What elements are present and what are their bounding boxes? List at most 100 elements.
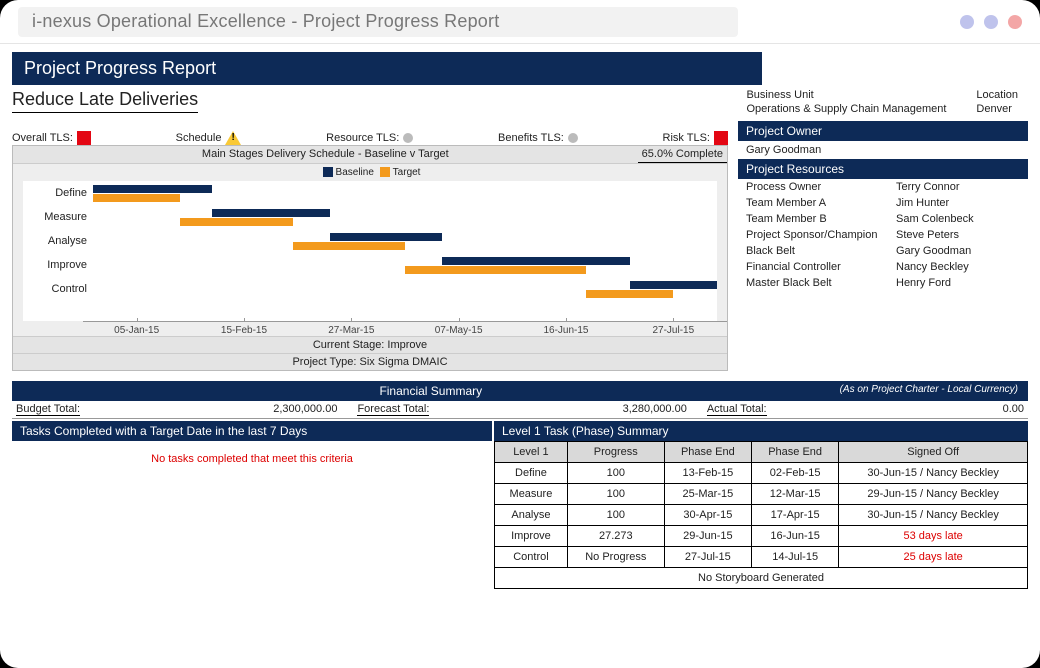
phase-summary-table: Level 1ProgressPhase EndPhase EndSigned … [494,441,1028,589]
target-bar [405,266,586,274]
project-name: Reduce Late Deliveries [12,89,198,113]
resource-tls-label: Resource TLS: [326,132,399,144]
resource-role: Black Belt [746,245,896,257]
phase-footer-row: No Storyboard Generated [495,567,1028,588]
baseline-bar [212,209,331,217]
resource-name: Gary Goodman [896,245,971,257]
risk-tls-label: Risk TLS: [663,132,710,144]
resource-tls-icon [403,133,413,143]
tasks-completed-header: Tasks Completed with a Target Date in th… [12,421,492,441]
resource-role: Process Owner [746,181,896,193]
no-tasks-message: No tasks completed that meet this criter… [12,441,492,477]
app-window: i-nexus Operational Excellence - Project… [0,0,1040,668]
project-header-row: Reduce Late Deliveries Business Unit Ope… [12,89,1028,117]
overall-tls-label: Overall TLS: [12,132,73,144]
browser-bar: i-nexus Operational Excellence - Project… [0,0,1040,44]
business-unit-label: Business Unit [746,89,946,103]
target-bar [586,290,673,298]
phase-col-header: Progress [567,441,664,462]
resource-role: Financial Controller [746,261,896,273]
report-content: Project Progress Report Reduce Late Deli… [0,44,1040,589]
schedule-warning-icon [225,131,241,145]
gantt-row-label: Control [23,283,93,295]
resource-name: Sam Colenbeck [896,213,974,225]
report-banner: Project Progress Report [12,52,762,85]
resource-row: Black BeltGary Goodman [738,243,1028,259]
project-meta: Business Unit Operations & Supply Chain … [746,89,1028,117]
resource-name: Terry Connor [896,181,960,193]
tls-status-row: Overall TLS: Schedule Resource TLS: Bene… [12,131,728,145]
risk-tls-icon [714,131,728,145]
financial-summary-bar: Financial Summary (As on Project Charter… [12,381,1028,401]
phase-row: Measure10025-Mar-1512-Mar-1529-Jun-15 / … [495,483,1028,504]
target-bar [180,218,292,226]
xaxis-tick: 05-Jan-15 [83,322,190,336]
xaxis-tick: 27-Jul-15 [620,322,727,336]
resource-row: Team Member BSam Colenbeck [738,211,1028,227]
window-dot-3[interactable] [1008,15,1022,29]
phase-row: Define10013-Feb-1502-Feb-1530-Jun-15 / N… [495,462,1028,483]
forecast-value: 3,280,000.00 [429,403,706,416]
current-stage: Current Stage: Improve [13,336,727,353]
phase-row: Improve27.27329-Jun-1516-Jun-1553 days l… [495,525,1028,546]
gantt-row-label: Define [23,187,93,199]
resource-role: Project Sponsor/Champion [746,229,896,241]
budget-row: Budget Total: 2,300,000.00 Forecast Tota… [12,401,1028,419]
financial-title: Financial Summary [22,384,840,398]
window-dots [960,15,1022,29]
budget-value: 2,300,000.00 [80,403,357,416]
project-owner-value: Gary Goodman [738,141,1028,159]
legend-target-label: Target [393,167,421,178]
window-dot-1[interactable] [960,15,974,29]
benefits-tls-label: Benefits TLS: [498,132,564,144]
phase-row: ControlNo Progress27-Jul-1514-Jul-1525 d… [495,546,1028,567]
resource-row: Process OwnerTerry Connor [738,179,1028,195]
percent-complete: 65.0% Complete [638,146,727,163]
overall-tls-icon [77,131,91,145]
target-bar [293,242,405,250]
phase-col-header: Level 1 [495,441,568,462]
baseline-bar [630,281,717,289]
project-resources-header: Project Resources [738,159,1028,179]
xaxis-tick: 15-Feb-15 [190,322,297,336]
baseline-bar [442,257,629,265]
location-value: Denver [976,103,1018,117]
legend-target-swatch [380,167,390,177]
resource-name: Nancy Beckley [896,261,969,273]
baseline-bar [330,233,442,241]
phase-summary-header: Level 1 Task (Phase) Summary [494,421,1028,441]
resource-role: Team Member A [746,197,896,209]
schedule-label: Schedule [176,132,222,144]
legend-baseline-swatch [323,167,333,177]
gantt-row-label: Analyse [23,235,93,247]
actual-label: Actual Total: [707,403,767,416]
resource-row: Project Sponsor/ChampionSteve Peters [738,227,1028,243]
chart-title: Main Stages Delivery Schedule - Baseline… [13,146,638,163]
forecast-label: Forecast Total: [357,403,429,416]
chart-legend: Baseline Target [13,164,727,181]
gantt-row-label: Improve [23,259,93,271]
url-bar[interactable]: i-nexus Operational Excellence - Project… [18,7,738,37]
gantt-row-label: Measure [23,211,93,223]
window-dot-2[interactable] [984,15,998,29]
legend-baseline-label: Baseline [336,167,374,178]
financial-note: (As on Project Charter - Local Currency) [840,384,1018,398]
business-unit-value: Operations & Supply Chain Management [746,103,946,117]
resource-name: Henry Ford [896,277,951,289]
xaxis-tick: 27-Mar-15 [298,322,405,336]
resource-name: Steve Peters [896,229,959,241]
resource-row: Team Member AJim Hunter [738,195,1028,211]
benefits-tls-icon [568,133,578,143]
xaxis-tick: 16-Jun-15 [512,322,619,336]
phase-col-header: Signed Off [839,441,1028,462]
project-owner-header: Project Owner [738,121,1028,141]
sidebar: Project Owner Gary Goodman Project Resou… [738,121,1028,371]
resource-row: Master Black BeltHenry Ford [738,275,1028,291]
location-label: Location [976,89,1018,103]
budget-label: Budget Total: [16,403,80,416]
phase-col-header: Phase End [664,441,751,462]
baseline-bar [93,185,212,193]
project-type: Project Type: Six Sigma DMAIC [13,353,727,370]
phase-row: Analyse10030-Apr-1517-Apr-1530-Jun-15 / … [495,504,1028,525]
actual-value: 0.00 [767,403,1024,416]
